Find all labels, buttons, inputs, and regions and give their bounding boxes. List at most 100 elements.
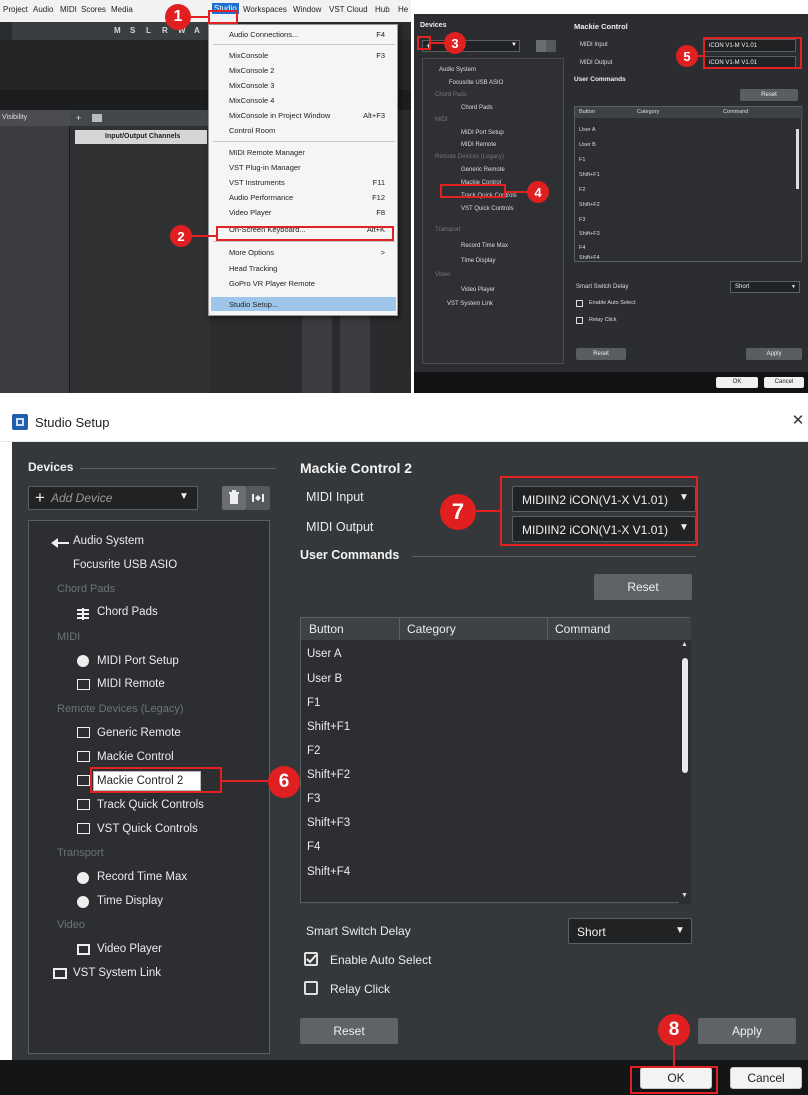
table-row[interactable]: Shift+F3 (307, 817, 350, 829)
tree-audio-system[interactable]: Audio System (73, 535, 144, 547)
mini-table-row[interactable]: F1 (579, 157, 585, 163)
table-scrollbar[interactable]: ▲ ▼ (679, 640, 691, 904)
mini-table-row[interactable]: User B (579, 142, 596, 148)
mini-reset-button[interactable]: Reset (740, 89, 798, 101)
tree-vst-system-link[interactable]: VST System Link (73, 967, 161, 979)
table-row[interactable]: Shift+F1 (307, 721, 350, 733)
mini-col-command[interactable]: Command (723, 109, 748, 115)
menu-item-gopro-vr[interactable]: GoPro VR Player Remote (229, 279, 315, 288)
mini-cancel-button[interactable]: Cancel (764, 377, 804, 388)
reset-button[interactable]: Reset (300, 1018, 398, 1044)
mini-tree-vst-quick-controls[interactable]: VST Quick Controls (461, 206, 514, 212)
menu-item-studio-setup[interactable]: Studio Setup... (229, 300, 278, 309)
menu-item-midi-remote-manager[interactable]: MIDI Remote Manager (229, 148, 305, 157)
mini-table-row[interactable]: Shift+F1 (579, 172, 600, 178)
menu-item-vst-instruments[interactable]: VST Instruments (229, 178, 285, 187)
mini-tree-generic-remote[interactable]: Generic Remote (461, 167, 505, 173)
mini-table-row[interactable]: F4 (579, 245, 585, 251)
add-device-select[interactable]: + Add Device ▼ (28, 486, 198, 510)
listen-button[interactable]: L (146, 26, 151, 35)
mini-table-row[interactable]: F3 (579, 217, 585, 223)
enable-auto-select-checkbox[interactable] (304, 952, 318, 966)
menu-item-mixconsole[interactable]: MixConsole (229, 51, 268, 60)
mini-apply-button[interactable]: Apply (746, 348, 802, 360)
mini-scrollbar[interactable] (796, 129, 799, 189)
close-icon[interactable]: ✕ (788, 411, 808, 431)
mini-tree-focusrite[interactable]: Focusrite USB ASIO (449, 80, 503, 86)
tree-vst-quick-controls[interactable]: VST Quick Controls (97, 823, 198, 835)
mini-tree-vst-system-link[interactable]: VST System Link (447, 301, 493, 307)
scroll-up-icon[interactable]: ▲ (681, 641, 688, 648)
table-row[interactable]: F2 (307, 745, 320, 757)
tree-focusrite-usb-asio[interactable]: Focusrite USB ASIO (73, 559, 177, 571)
table-row[interactable]: User A (307, 648, 342, 660)
menu-item-audio-connections[interactable]: Audio Connections... (229, 30, 298, 39)
mini-tree-midi-port-setup[interactable]: MIDI Port Setup (461, 130, 504, 136)
menu-vst-cloud[interactable]: VST Cloud (329, 5, 368, 14)
tree-mackie-control[interactable]: Mackie Control (97, 751, 174, 763)
solo-button[interactable]: S (130, 26, 135, 35)
menu-item-vst-plugin-manager[interactable]: VST Plug-in Manager (229, 163, 301, 172)
tree-record-time-max[interactable]: Record Time Max (97, 871, 187, 883)
col-command[interactable]: Command (555, 622, 610, 636)
mini-table-row[interactable]: User A (579, 127, 596, 133)
menu-item-video-player[interactable]: Video Player (229, 208, 271, 217)
mini-table-row[interactable]: F2 (579, 187, 585, 193)
mini-smart-switch-select[interactable]: Short ▼ (730, 281, 800, 293)
mini-table-row[interactable]: Shift+F4 (579, 255, 600, 261)
table-row[interactable]: User B (307, 673, 342, 685)
menu-item-more-options[interactable]: More Options (229, 248, 274, 257)
tree-generic-remote[interactable]: Generic Remote (97, 727, 181, 739)
mini-table-row[interactable]: Shift+F3 (579, 231, 600, 237)
read-button[interactable]: R (162, 26, 168, 35)
mini-tree-chord-pads[interactable]: Chord Pads (461, 105, 493, 111)
mini-tree-audio-system[interactable]: Audio System (439, 67, 476, 73)
menu-project[interactable]: Project (3, 5, 28, 14)
mini-tree-time-display[interactable]: Time Display (461, 258, 495, 264)
menu-item-mixconsole-project[interactable]: MixConsole in Project Window (229, 111, 330, 120)
mini-ok-button[interactable]: OK (716, 377, 758, 388)
menu-item-mixconsole-3[interactable]: MixConsole 3 (229, 81, 274, 90)
tree-video-player[interactable]: Video Player (97, 943, 162, 955)
add-track-icon[interactable]: + (76, 113, 86, 123)
menu-item-head-tracking[interactable]: Head Tracking (229, 264, 277, 273)
col-button[interactable]: Button (309, 622, 344, 636)
relay-click-checkbox[interactable] (304, 981, 318, 995)
table-row[interactable]: Shift+F2 (307, 769, 350, 781)
mini-tree-record-time-max[interactable]: Record Time Max (461, 243, 508, 249)
folder-icon[interactable] (92, 114, 102, 122)
apply-button[interactable]: Apply (698, 1018, 796, 1044)
menu-media[interactable]: Media (111, 5, 133, 14)
table-row[interactable]: F3 (307, 793, 320, 805)
reset-commands-button[interactable]: Reset (594, 574, 692, 600)
menu-item-audio-performance[interactable]: Audio Performance (229, 193, 293, 202)
scroll-down-icon[interactable]: ▼ (681, 892, 688, 899)
trash-icon[interactable] (536, 40, 546, 52)
table-row[interactable]: F1 (307, 697, 320, 709)
tree-midi-remote[interactable]: MIDI Remote (97, 678, 165, 690)
tree-time-display[interactable]: Time Display (97, 895, 163, 907)
menu-hub[interactable]: Hub (375, 5, 390, 14)
menu-midi[interactable]: MIDI (60, 5, 77, 14)
mini-checkbox-relay-click[interactable] (576, 317, 583, 324)
mini-tree-midi-remote[interactable]: MIDI Remote (461, 142, 496, 148)
tree-midi-port-setup[interactable]: MIDI Port Setup (97, 655, 179, 667)
mini-tree-video-player[interactable]: Video Player (461, 287, 495, 293)
mini-table-row[interactable]: Shift+F2 (579, 202, 600, 208)
mini-checkbox-auto-select[interactable] (576, 300, 583, 307)
col-category[interactable]: Category (407, 622, 456, 636)
menu-item-control-room[interactable]: Control Room (229, 126, 275, 135)
tree-chord-pads[interactable]: Chord Pads (97, 606, 158, 618)
mute-button[interactable]: M (114, 26, 121, 35)
menu-item-mixconsole-4[interactable]: MixConsole 4 (229, 96, 274, 105)
cancel-button[interactable]: Cancel (730, 1067, 802, 1089)
menu-workspaces[interactable]: Workspaces (243, 5, 287, 14)
table-row[interactable]: Shift+F4 (307, 866, 350, 878)
table-row[interactable]: F4 (307, 841, 320, 853)
menu-window[interactable]: Window (293, 5, 321, 14)
menu-item-mixconsole-2[interactable]: MixConsole 2 (229, 66, 274, 75)
a-button[interactable]: A (194, 26, 200, 35)
mini-reset-bottom-button[interactable]: Reset (576, 348, 626, 360)
expand-icon[interactable] (546, 40, 556, 52)
export-button[interactable] (246, 486, 270, 510)
